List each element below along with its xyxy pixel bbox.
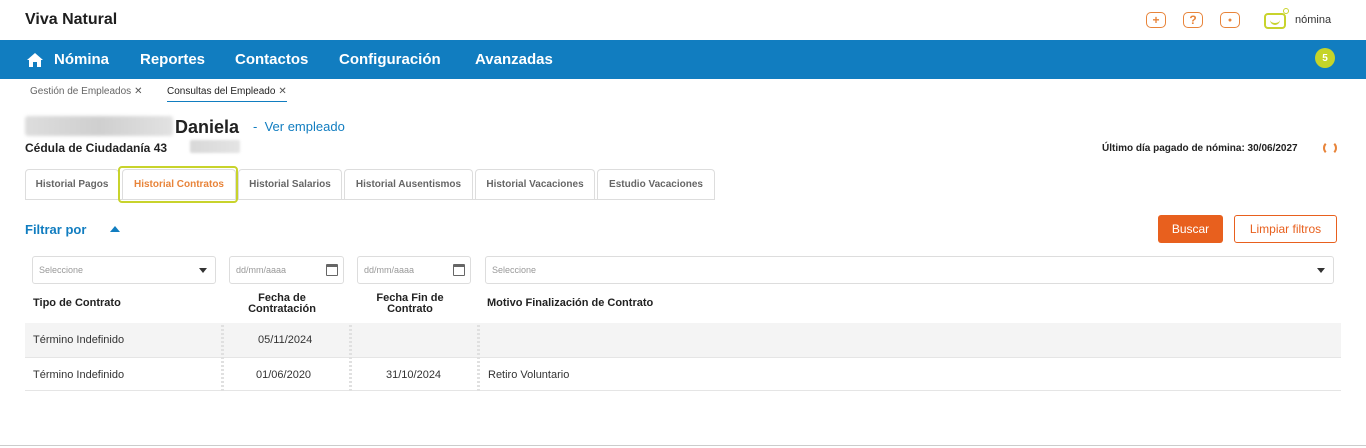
home-icon[interactable]	[26, 52, 44, 68]
main-nav: Nómina Reportes Contactos Configuración …	[0, 40, 1366, 79]
clear-filters-button[interactable]: Limpiar filtros	[1234, 215, 1337, 243]
chevron-down-icon	[1317, 268, 1325, 273]
tab-historial-ausentismos[interactable]: Historial Ausentismos	[344, 169, 473, 199]
separator: -	[253, 119, 258, 134]
cell-motivo: Retiro Voluntario	[488, 369, 570, 381]
refresh-icon[interactable]	[1323, 141, 1337, 155]
date-placeholder: dd/mm/aaaa	[236, 265, 287, 275]
nav-avanzadas[interactable]: Avanzadas	[475, 51, 553, 68]
view-employee-label: Ver empleado	[264, 119, 345, 134]
last-paid-date: Último día pagado de nómina: 30/06/2027	[1102, 143, 1298, 154]
add-icon[interactable]: +	[1146, 12, 1166, 28]
logo-dot-icon	[1283, 8, 1289, 14]
select-placeholder: Seleccione	[492, 265, 537, 275]
breadcrumb-label: Gestión de Empleados	[30, 86, 132, 97]
cell-tipo: Término Indefinido	[33, 369, 125, 381]
nav-nomina[interactable]: Nómina	[54, 51, 109, 68]
breadcrumb-consultas-empleado[interactable]: Consultas del Empleado ✕	[167, 86, 287, 102]
blurred-id-number	[190, 140, 240, 153]
blurred-surname	[25, 116, 173, 136]
top-bar: Viva Natural + ? ● nómina	[0, 0, 1366, 40]
filter-toggle[interactable]: Filtrar por	[25, 222, 86, 237]
header-motivo: Motivo Finalización de Contrato	[487, 297, 654, 309]
breadcrumb-gestion-empleados[interactable]: Gestión de Empleados ✕	[30, 86, 143, 101]
header-line: Contrato	[387, 303, 433, 315]
start-date-input[interactable]: dd/mm/aaaa	[229, 256, 344, 284]
app-title: Viva Natural	[25, 11, 118, 28]
column-divider	[477, 323, 480, 391]
employee-name: Daniela	[175, 117, 240, 137]
nomina-logo-icon	[1264, 13, 1286, 29]
close-icon[interactable]: ✕	[278, 86, 286, 97]
notification-badge[interactable]: 5	[1315, 48, 1335, 68]
column-divider	[221, 323, 224, 391]
calendar-icon[interactable]	[326, 264, 338, 276]
nav-reportes[interactable]: Reportes	[140, 51, 205, 68]
search-button[interactable]: Buscar	[1158, 215, 1223, 243]
termination-reason-select[interactable]: Seleccione	[485, 256, 1334, 284]
header-fecha-contratacion: Fecha de Contratación	[236, 293, 328, 315]
help-icon[interactable]: ?	[1183, 12, 1203, 28]
date-placeholder: dd/mm/aaaa	[364, 265, 415, 275]
user-icon[interactable]: ●	[1220, 12, 1240, 28]
header-line: Contratación	[248, 303, 316, 315]
page-bottom-border	[0, 445, 1366, 446]
view-employee-link[interactable]: - Ver empleado	[253, 119, 345, 134]
header-fecha-fin: Fecha Fin de Contrato	[364, 293, 456, 315]
tab-historial-salarios[interactable]: Historial Salarios	[238, 169, 342, 199]
cell-inicio: 01/06/2020	[256, 369, 312, 381]
employee-id: Cédula de Ciudadanía 43	[25, 141, 168, 155]
nav-contactos[interactable]: Contactos	[235, 51, 308, 68]
end-date-input[interactable]: dd/mm/aaaa	[357, 256, 471, 284]
tab-historial-pagos[interactable]: Historial Pagos	[25, 169, 119, 199]
header-tipo-contrato: Tipo de Contrato	[33, 297, 121, 309]
column-divider	[349, 323, 352, 391]
calendar-icon[interactable]	[453, 264, 465, 276]
tab-highlight-box	[118, 166, 238, 203]
tab-estudio-vacaciones[interactable]: Estudio Vacaciones	[597, 169, 715, 199]
breadcrumb-label: Consultas del Empleado	[167, 86, 276, 97]
close-icon[interactable]: ✕	[134, 86, 142, 97]
tab-historial-vacaciones[interactable]: Historial Vacaciones	[475, 169, 595, 199]
caret-up-icon[interactable]	[110, 226, 120, 232]
chevron-down-icon	[199, 268, 207, 273]
select-placeholder: Seleccione	[39, 265, 84, 275]
logo-text: nómina	[1295, 14, 1332, 26]
cell-fin: 31/10/2024	[386, 369, 442, 381]
cell-inicio: 05/11/2024	[258, 334, 313, 346]
contract-type-select[interactable]: Seleccione	[32, 256, 216, 284]
cell-tipo: Término Indefinido	[33, 334, 125, 346]
nav-configuracion[interactable]: Configuración	[339, 51, 441, 68]
